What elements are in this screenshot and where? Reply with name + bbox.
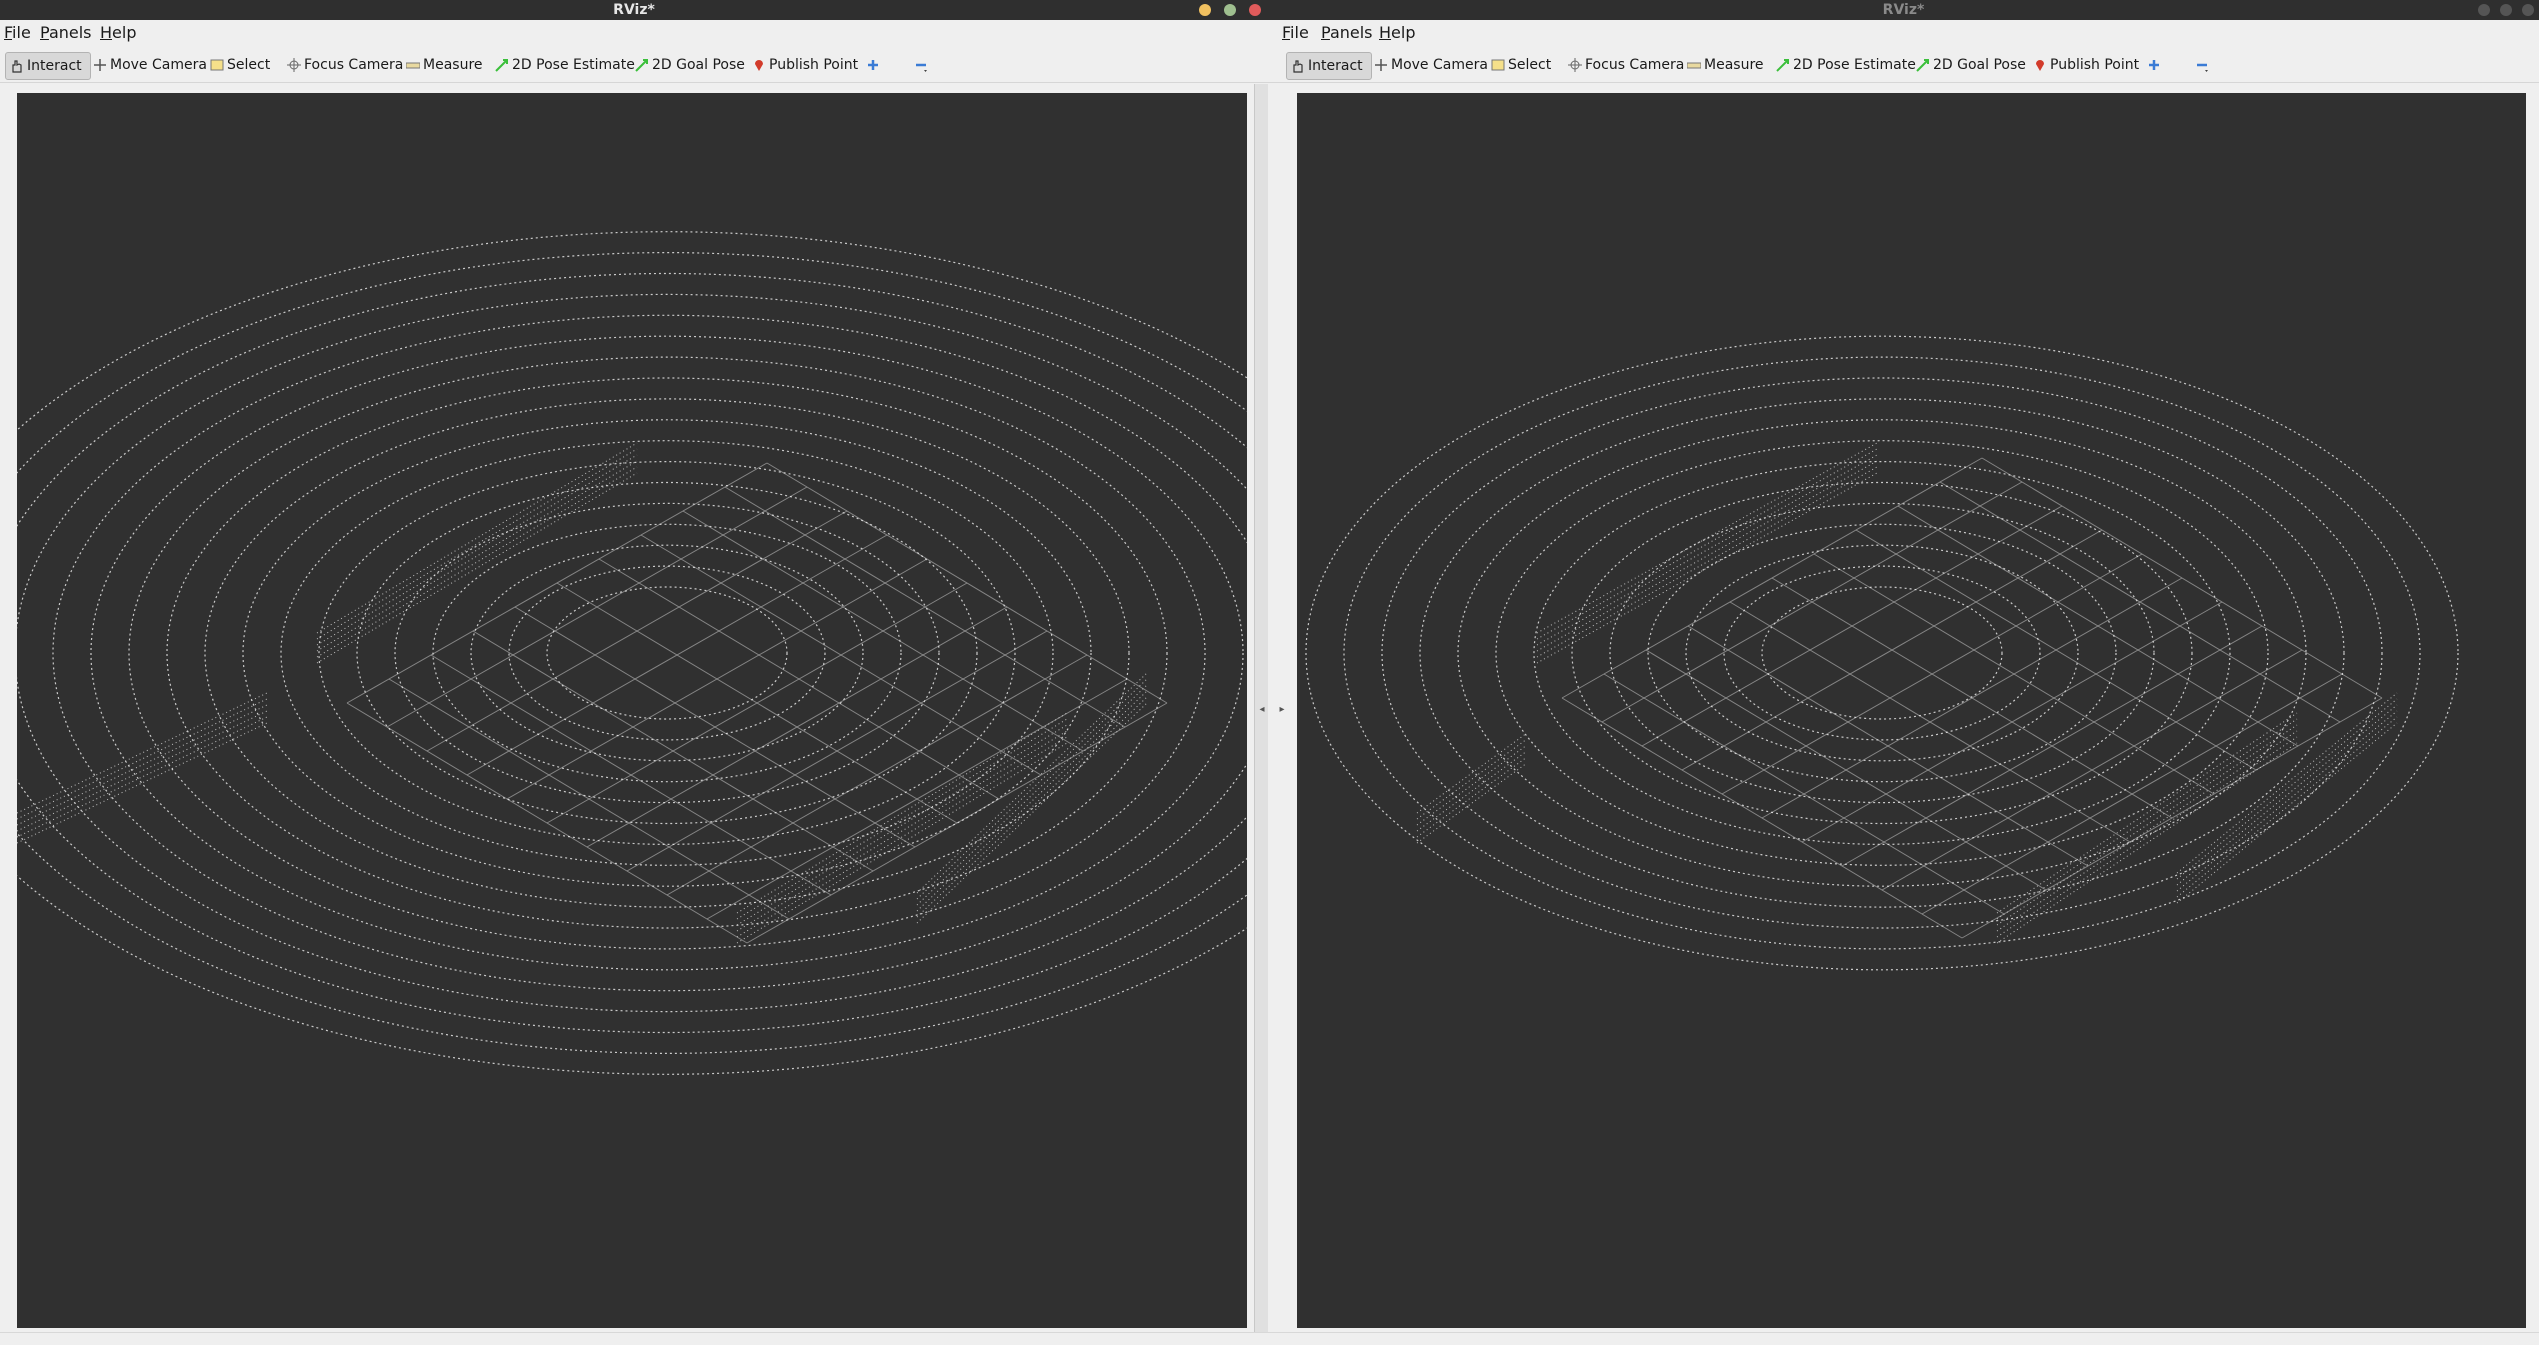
tool-publish-point[interactable]: Publish Point bbox=[2033, 52, 2139, 78]
3d-render-view[interactable] bbox=[17, 93, 1247, 1328]
maximize-button[interactable] bbox=[1224, 4, 1236, 16]
close-button[interactable] bbox=[1249, 4, 1261, 16]
maximize-button[interactable] bbox=[2500, 4, 2512, 16]
move-camera-icon bbox=[93, 58, 107, 72]
tool-select[interactable]: Select bbox=[210, 52, 270, 78]
menu-panels[interactable]: Panels bbox=[40, 23, 92, 42]
window-title: RViz* bbox=[613, 2, 655, 18]
ruler-icon bbox=[406, 58, 420, 72]
tool-measure[interactable]: Measure bbox=[1687, 52, 1764, 78]
tool-interact[interactable]: Interact bbox=[5, 52, 91, 80]
menu-bar: File Panels Help bbox=[0, 20, 1268, 46]
tool-select[interactable]: Select bbox=[1491, 52, 1551, 78]
green-arrow-icon bbox=[635, 58, 649, 72]
map-pin-icon bbox=[752, 58, 766, 72]
tool-2d-pose-estimate[interactable]: 2D Pose Estimate bbox=[1776, 52, 1916, 78]
tool-2d-pose-estimate[interactable]: 2D Pose Estimate bbox=[495, 52, 635, 78]
ruler-icon bbox=[1687, 58, 1701, 72]
remove-tool-button[interactable] bbox=[2195, 52, 2212, 78]
hand-icon bbox=[1291, 59, 1305, 73]
focus-camera-icon bbox=[1568, 58, 1582, 72]
menu-panels[interactable]: Panels bbox=[1321, 23, 1373, 42]
point-cloud bbox=[17, 231, 1247, 1075]
menu-file[interactable]: File bbox=[1282, 23, 1309, 42]
tool-focus-camera[interactable]: Focus Camera bbox=[287, 52, 403, 78]
tool-interact[interactable]: Interact bbox=[1286, 52, 1372, 80]
plus-icon bbox=[866, 58, 880, 72]
select-icon bbox=[1491, 58, 1505, 72]
minimize-button[interactable] bbox=[2478, 4, 2490, 16]
focus-camera-icon bbox=[287, 58, 301, 72]
select-icon bbox=[210, 58, 224, 72]
menu-file[interactable]: File bbox=[4, 23, 31, 42]
tool-bar: Interact Move Camera Select Focus Camera… bbox=[1268, 48, 2539, 83]
tool-publish-point[interactable]: Publish Point bbox=[752, 52, 858, 78]
minimize-button[interactable] bbox=[1199, 4, 1211, 16]
minus-icon bbox=[2195, 58, 2209, 72]
map-pin-icon bbox=[2033, 58, 2047, 72]
menu-help[interactable]: Help bbox=[100, 23, 136, 42]
point-cloud bbox=[1305, 335, 2459, 971]
rviz-window-right: RViz* File Panels Help Interact Move Cam… bbox=[1268, 0, 2539, 1345]
status-bar bbox=[0, 1332, 1268, 1345]
tool-focus-camera[interactable]: Focus Camera bbox=[1568, 52, 1684, 78]
grid bbox=[346, 462, 1168, 944]
rviz-window-left: RViz* File Panels Help Interact Move Cam… bbox=[0, 0, 1268, 1345]
plus-icon bbox=[2147, 58, 2161, 72]
tool-2d-goal-pose[interactable]: 2D Goal Pose bbox=[635, 52, 745, 78]
add-tool-button[interactable] bbox=[866, 52, 883, 78]
tool-move-camera[interactable]: Move Camera bbox=[1374, 52, 1488, 78]
status-bar bbox=[1268, 1332, 2539, 1345]
green-arrow-icon bbox=[495, 58, 509, 72]
title-bar: RViz* bbox=[0, 0, 1268, 20]
move-camera-icon bbox=[1374, 58, 1388, 72]
menu-bar: File Panels Help bbox=[1268, 20, 2539, 46]
tool-move-camera[interactable]: Move Camera bbox=[93, 52, 207, 78]
menu-help[interactable]: Help bbox=[1379, 23, 1415, 42]
hand-icon bbox=[10, 59, 24, 73]
title-bar: RViz* bbox=[1268, 0, 2539, 20]
collapse-arrow-icon[interactable]: ◂ bbox=[1254, 704, 1268, 715]
add-tool-button[interactable] bbox=[2147, 52, 2164, 78]
3d-render-view[interactable] bbox=[1297, 93, 2526, 1328]
remove-tool-button[interactable] bbox=[914, 52, 931, 78]
expand-arrow-icon[interactable]: ▸ bbox=[1274, 704, 1290, 715]
minus-icon bbox=[914, 58, 928, 72]
point-cloud-canvas[interactable] bbox=[17, 93, 1247, 1328]
tool-bar: Interact Move Camera Select Focus Camera… bbox=[0, 48, 1268, 83]
green-arrow-icon bbox=[1916, 58, 1930, 72]
window-title: RViz* bbox=[1882, 2, 1925, 18]
point-cloud-canvas[interactable] bbox=[1297, 93, 2526, 1328]
close-button[interactable] bbox=[2522, 4, 2534, 16]
tool-2d-goal-pose[interactable]: 2D Goal Pose bbox=[1916, 52, 2026, 78]
green-arrow-icon bbox=[1776, 58, 1790, 72]
tool-measure[interactable]: Measure bbox=[406, 52, 483, 78]
